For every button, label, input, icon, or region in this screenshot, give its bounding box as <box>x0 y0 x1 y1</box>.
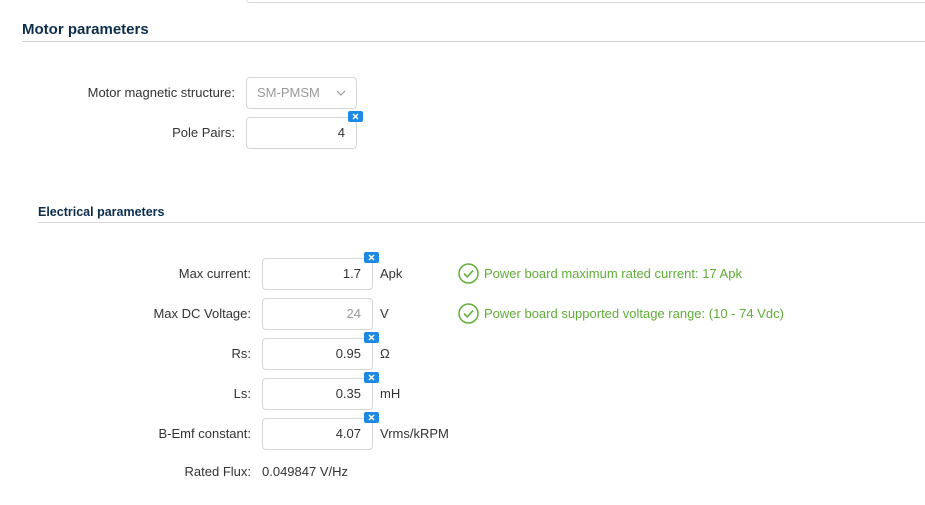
max-dc-voltage-label: Max DC Voltage: <box>153 306 251 321</box>
max-dc-voltage-status-text: Power board supported voltage range: (10… <box>484 305 784 321</box>
clear-x-icon[interactable] <box>348 111 363 122</box>
chevron-down-icon <box>336 90 346 96</box>
clear-x-icon[interactable] <box>364 372 379 383</box>
clear-x-icon[interactable] <box>364 412 379 423</box>
check-circle-icon <box>458 302 479 324</box>
pole-pairs-label: Pole Pairs: <box>172 125 235 140</box>
subsection-divider <box>38 222 925 223</box>
max-current-label: Max current: <box>178 266 251 281</box>
magnetic-structure-label: Motor magnetic structure: <box>87 85 235 100</box>
max-dc-voltage-status: Power board supported voltage range: (10… <box>458 302 784 324</box>
bemf-input[interactable]: 4.07 <box>262 418 373 450</box>
previous-section-field[interactable] <box>246 0 925 3</box>
ls-input[interactable]: 0.35 <box>262 378 373 410</box>
rs-input[interactable]: 0.95 <box>262 338 373 370</box>
rs-label: Rs: <box>231 346 252 361</box>
max-dc-voltage-unit: V <box>380 306 389 321</box>
check-circle-icon <box>458 262 479 284</box>
bemf-label: B-Emf constant: <box>158 426 251 441</box>
max-current-input[interactable]: 1.7 <box>262 258 373 290</box>
max-current-status-text: Power board maximum rated current: 17 Ap… <box>484 265 742 281</box>
max-dc-voltage-input[interactable]: 24 <box>262 298 373 330</box>
max-current-status: Power board maximum rated current: 17 Ap… <box>458 262 742 284</box>
ls-label: Ls: <box>233 386 251 401</box>
clear-x-icon[interactable] <box>364 252 379 263</box>
rs-unit: Ω <box>380 346 390 361</box>
max-current-unit: Apk <box>380 266 403 281</box>
pole-pairs-input[interactable]: 4 <box>246 117 357 149</box>
ls-unit: mH <box>380 386 401 401</box>
magnetic-structure-value: SM-PMSM <box>257 85 320 100</box>
section-divider <box>22 41 925 42</box>
bemf-unit: Vrms/kRPM <box>380 426 449 441</box>
rated-flux-value: 0.049847 V/Hz <box>262 464 349 479</box>
electrical-parameters-title: Electrical parameters <box>38 205 165 219</box>
rated-flux-label: Rated Flux: <box>184 464 251 479</box>
magnetic-structure-select[interactable]: SM-PMSM <box>246 77 357 109</box>
clear-x-icon[interactable] <box>364 332 379 343</box>
motor-parameters-title: Motor parameters <box>22 21 149 38</box>
